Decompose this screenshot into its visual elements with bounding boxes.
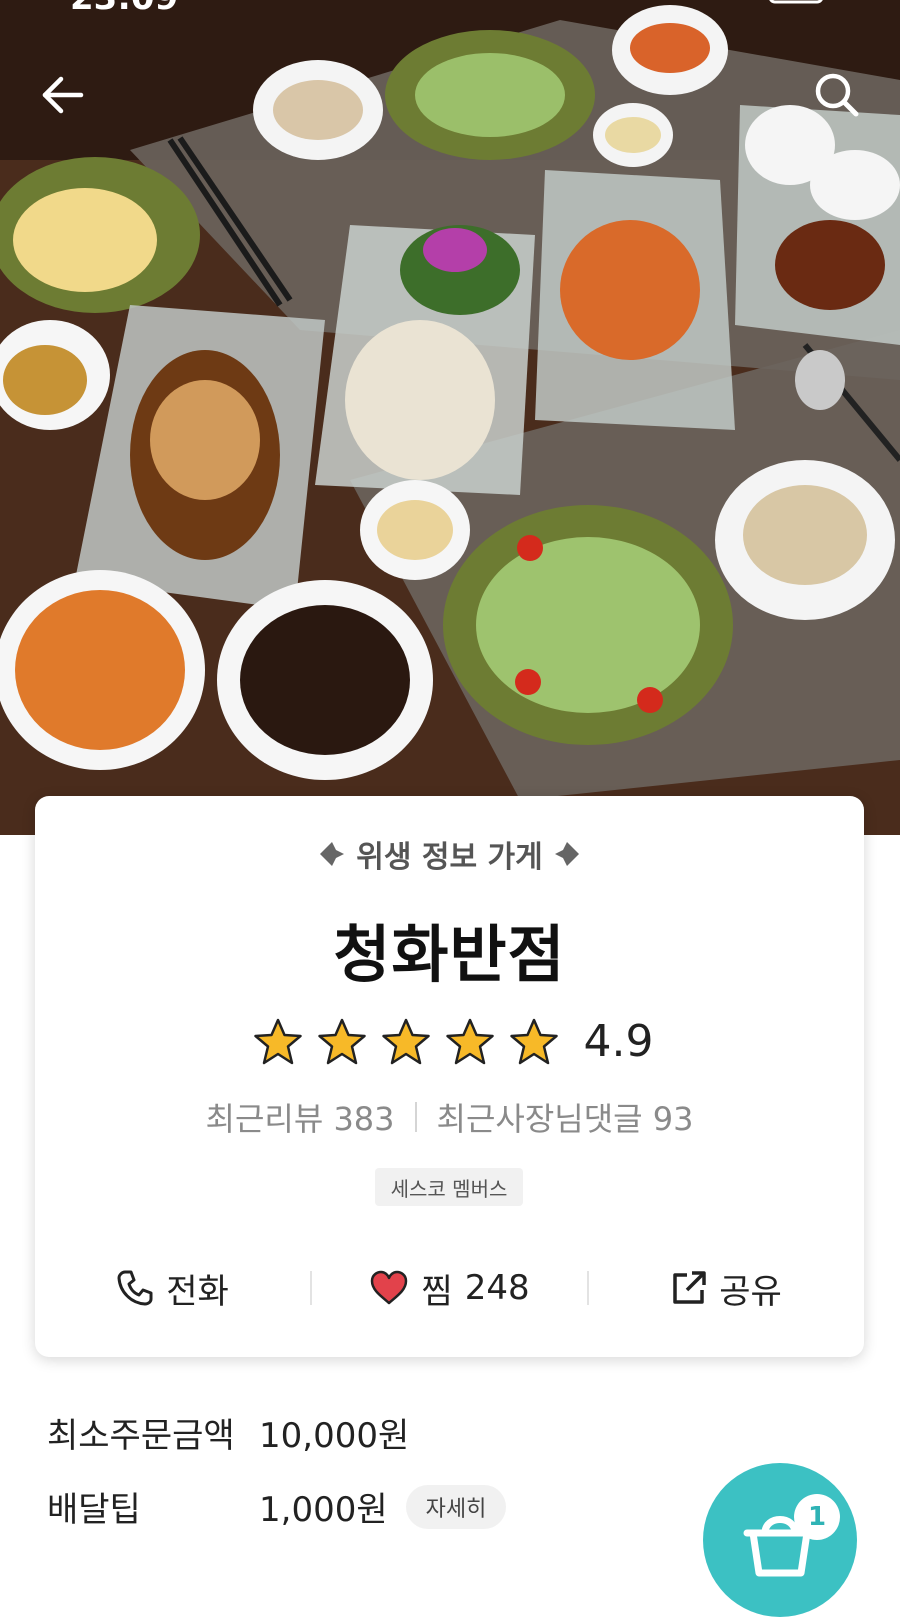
star-icon	[381, 1018, 430, 1064]
call-label: 전화	[166, 1271, 229, 1312]
owner-comments[interactable]: 최근사장님댓글 93	[437, 1094, 694, 1140]
heart-icon	[371, 1270, 408, 1305]
status-icons	[769, 0, 823, 4]
divider	[414, 1102, 417, 1132]
member-tag: 세스코 멤버스	[375, 1168, 523, 1206]
store-hero-image: 23:09	[0, 0, 900, 835]
phone-icon	[117, 1270, 153, 1306]
food-photo	[0, 0, 900, 835]
recent-reviews[interactable]: 최근리뷰 383	[206, 1094, 395, 1140]
star-rating	[246, 1017, 566, 1067]
status-bar: 23:09	[0, 0, 900, 18]
arrow-left-icon	[42, 76, 84, 114]
favorite-button[interactable]: 찜 248	[312, 1264, 587, 1313]
action-bar: 전화 찜 248 공유	[35, 1258, 864, 1318]
recent-reviews-label: 최근리뷰	[205, 1100, 324, 1138]
cart-count-badge: 1	[794, 1494, 840, 1540]
owner-comments-label: 최근사장님댓글	[436, 1100, 643, 1138]
favorite-label: 찜	[421, 1271, 453, 1312]
delivery-tip-value: 1,000원	[259, 1490, 388, 1530]
rating: 4.9	[35, 1016, 864, 1067]
search-button[interactable]	[802, 60, 872, 130]
cart-button[interactable]	[703, 1463, 857, 1617]
star-icon	[317, 1018, 366, 1064]
hygiene-badge: 위생 정보 가게	[35, 832, 864, 876]
recent-reviews-count: 383	[333, 1100, 395, 1138]
leaf-ornament-icon	[320, 842, 345, 866]
delivery-tip-label: 배달팁	[47, 1490, 141, 1530]
hygiene-badge-label: 위생 정보 가게	[356, 840, 543, 875]
star-icon	[253, 1018, 302, 1064]
back-button[interactable]	[28, 60, 98, 130]
share-label: 공유	[719, 1271, 782, 1312]
share-icon	[673, 1271, 706, 1304]
store-info-card: 위생 정보 가게 청화반점 4.9 최근리뷰 383 최근사장님댓글 93 세스…	[35, 796, 864, 1357]
delivery-tip-row: 배달팁 1,000원 자세히	[47, 1482, 507, 1531]
min-order-value: 10,000원	[259, 1416, 410, 1456]
delivery-tip-detail-button[interactable]: 자세히	[405, 1484, 507, 1529]
rating-value: 4.9	[583, 1016, 654, 1067]
share-button[interactable]: 공유	[589, 1264, 864, 1313]
owner-comments-count: 93	[652, 1100, 694, 1138]
star-icon	[445, 1018, 494, 1064]
min-order-label: 최소주문금액	[47, 1416, 235, 1456]
status-time: 23:09	[70, 0, 178, 18]
shopping-basket-icon	[743, 1516, 817, 1577]
star-icon	[509, 1018, 558, 1064]
store-name: 청화반점	[333, 918, 566, 991]
favorite-count: 248	[464, 1268, 530, 1308]
review-stats: 최근리뷰 383 최근사장님댓글 93	[35, 1094, 864, 1140]
call-button[interactable]: 전화	[35, 1264, 310, 1313]
search-icon	[815, 73, 859, 117]
leaf-ornament-icon	[554, 842, 579, 866]
min-order-row: 최소주문금액 10,000원	[47, 1408, 409, 1457]
